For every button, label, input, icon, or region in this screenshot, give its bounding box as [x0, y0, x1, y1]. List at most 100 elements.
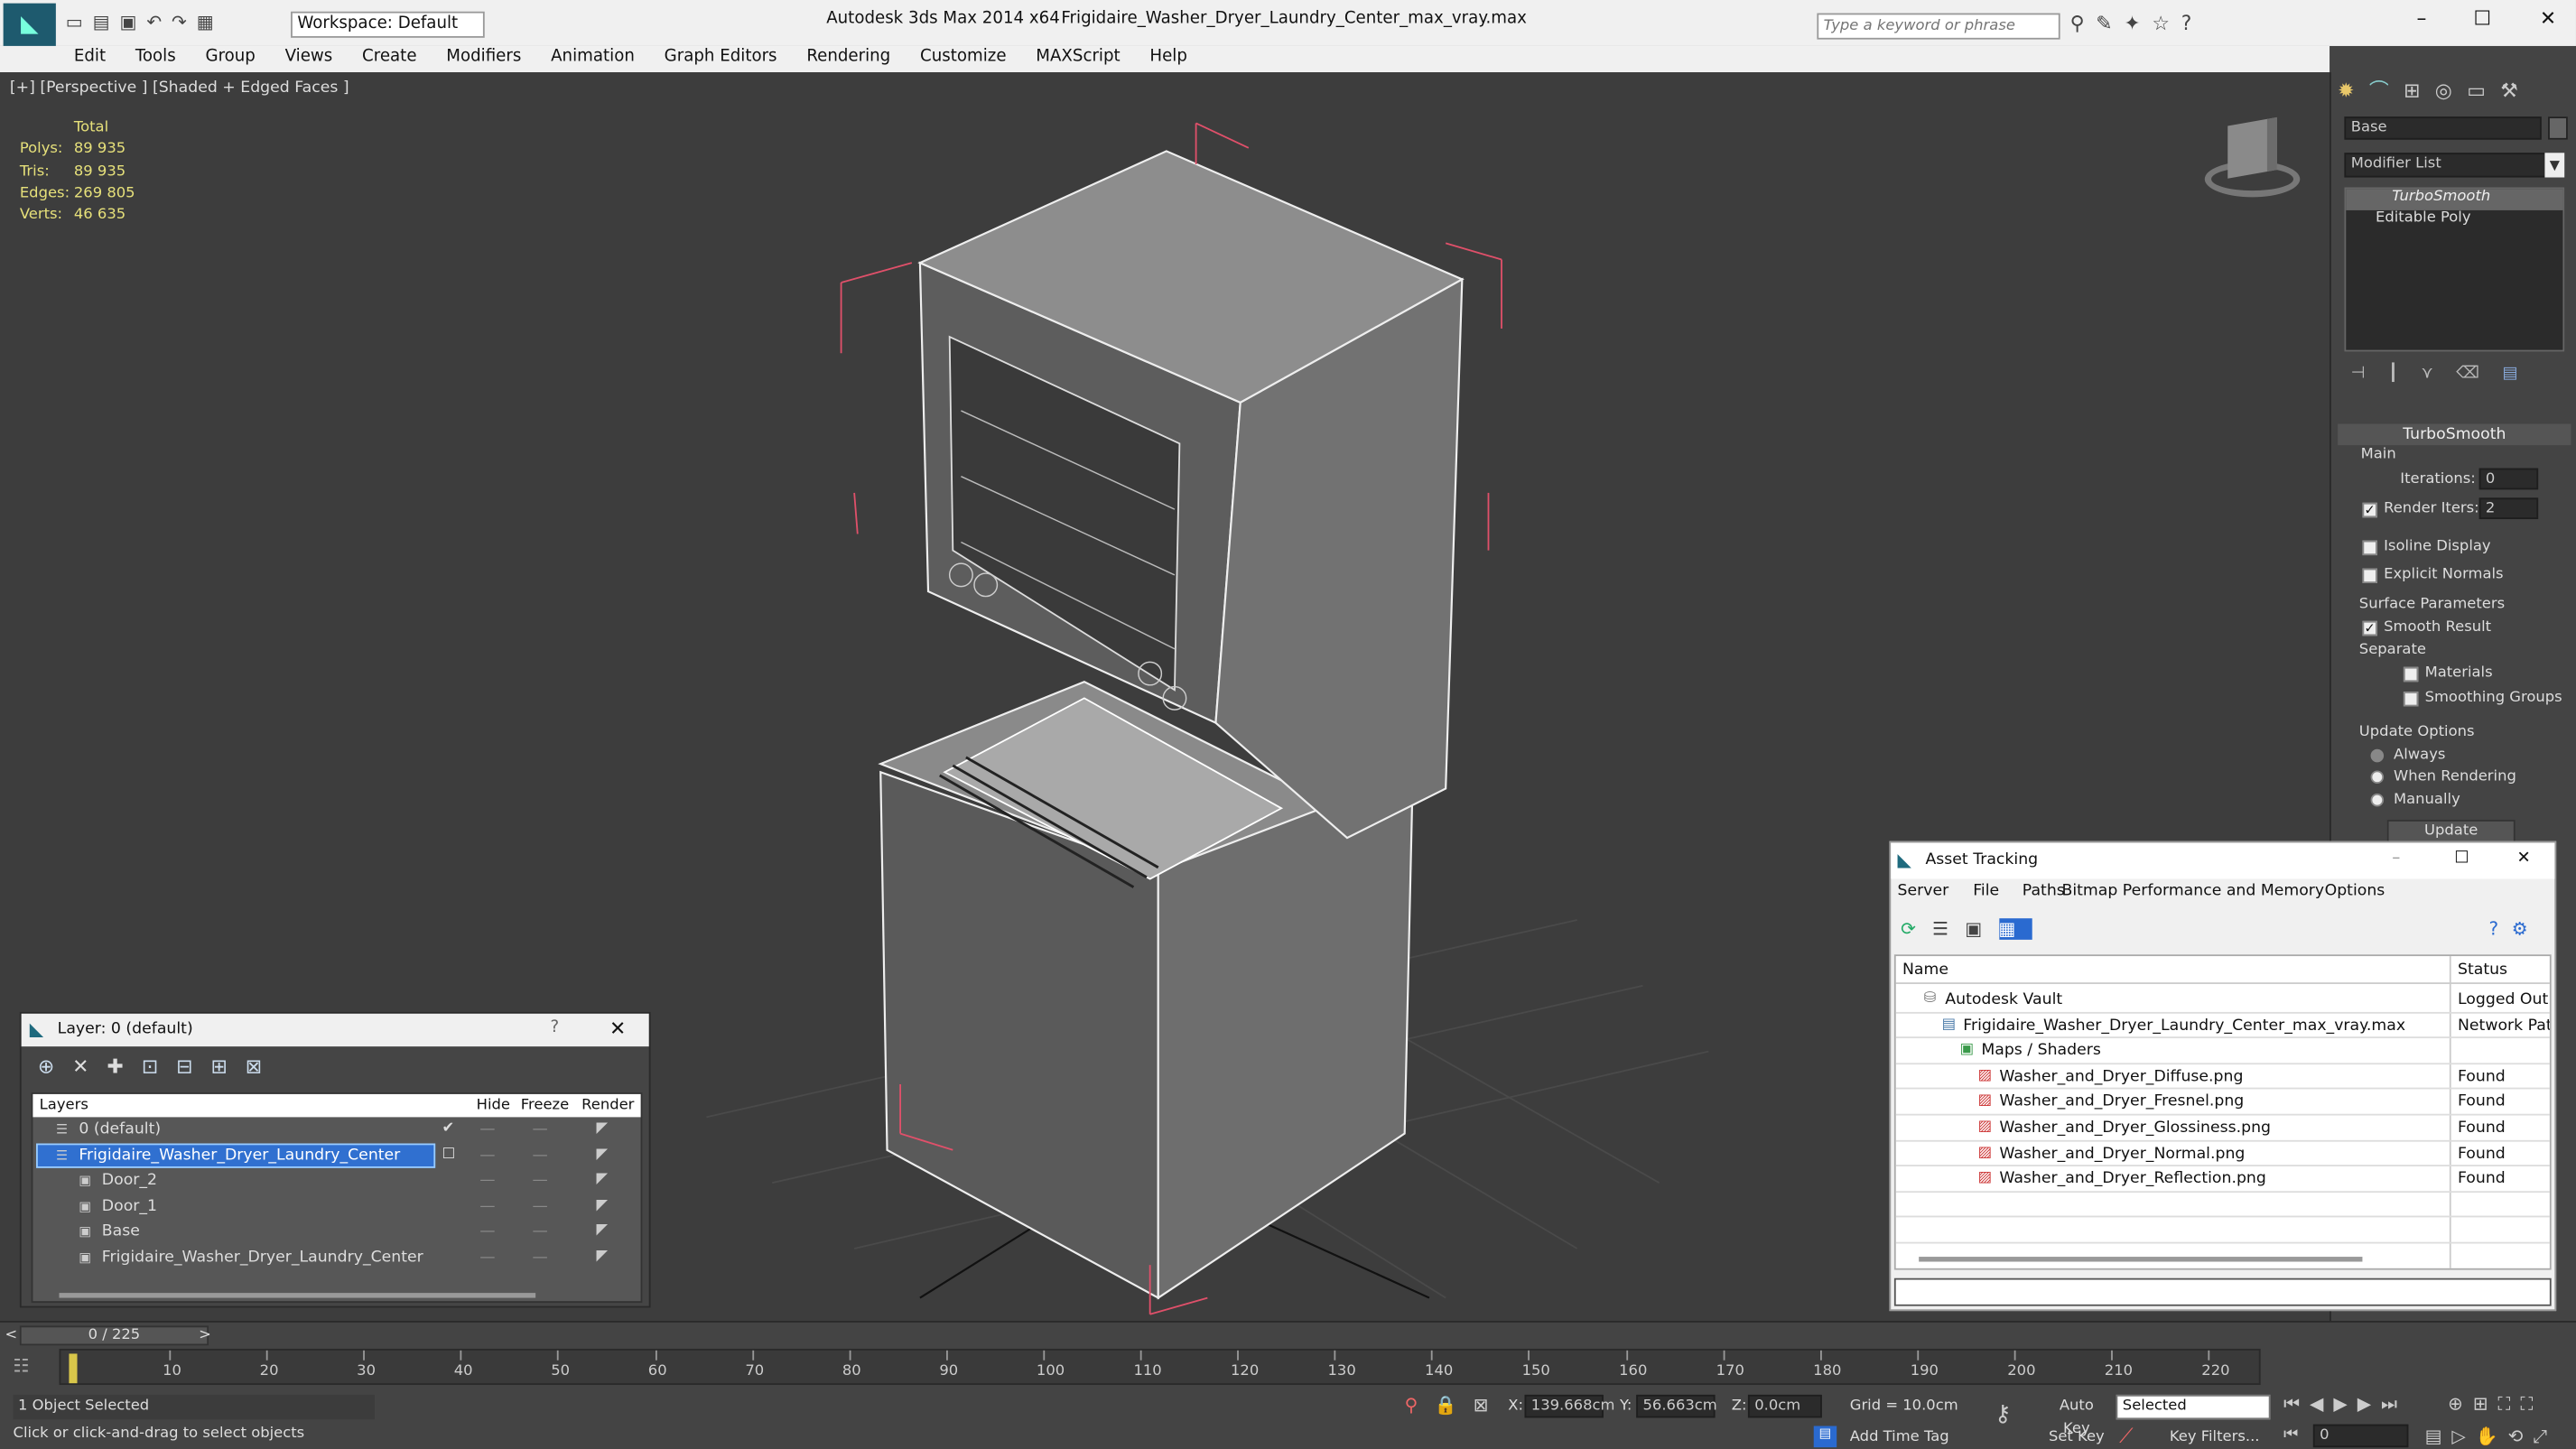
- layer-row[interactable]: ☰ Frigidaire_Washer_Dryer_Laundry_Center ☐…: [33, 1142, 640, 1168]
- layer-row[interactable]: ▣ Base — — ◤: [33, 1220, 640, 1245]
- menu-help[interactable]: Help: [1135, 46, 1202, 69]
- asset-menu-bitmap[interactable]: Bitmap Performance and Memory: [2061, 882, 2324, 900]
- maximize-viewport-icon[interactable]: ⤢: [2533, 1426, 2557, 1447]
- app-logo[interactable]: ◣: [3, 3, 56, 46]
- menu-edit[interactable]: Edit: [60, 46, 121, 69]
- zoom-icon[interactable]: ⊕: [2448, 1393, 2473, 1415]
- search-input[interactable]: [1817, 13, 2060, 40]
- add-to-layer-icon[interactable]: ✚: [107, 1054, 141, 1077]
- render-toggle-icon[interactable]: ◤: [596, 1194, 608, 1220]
- new-file-icon[interactable]: ▭: [66, 12, 93, 33]
- show-end-result-icon[interactable]: ┃: [2388, 365, 2421, 383]
- freeze-all-icon[interactable]: ⊠: [246, 1054, 280, 1077]
- col-freeze[interactable]: Freeze: [521, 1094, 569, 1117]
- active-layer-check-icon[interactable]: ✔: [442, 1117, 454, 1142]
- hierarchy-tab-icon[interactable]: ⊞: [2404, 79, 2435, 101]
- auto-key-button[interactable]: Auto Key: [2043, 1395, 2109, 1438]
- lock-icon[interactable]: 🔒: [1435, 1395, 1474, 1416]
- menu-views[interactable]: Views: [270, 46, 347, 69]
- asset-window-titlebar[interactable]: ◣ Asset Tracking – ☐ ✕: [1891, 842, 2555, 879]
- layer-row[interactable]: ▣ Door_2 — — ◤: [33, 1168, 640, 1194]
- create-tab-icon[interactable]: ✹: [2338, 79, 2369, 101]
- hide-toggle-icon[interactable]: —: [479, 1143, 495, 1168]
- asset-menu-paths[interactable]: Paths: [2023, 882, 2065, 900]
- asset-row[interactable]: ⛁ Autodesk Vault Logged Out ...: [1895, 988, 2550, 1014]
- modifier-list-dropdown[interactable]: Modifier List: [2344, 153, 2565, 178]
- col-name[interactable]: Name: [1902, 956, 1948, 984]
- layer-row[interactable]: ▣ Frigidaire_Washer_Dryer_Laundry_Center —…: [33, 1245, 640, 1270]
- freeze-toggle-icon[interactable]: —: [533, 1168, 548, 1194]
- remove-modifier-icon[interactable]: ⌫: [2456, 365, 2502, 383]
- go-to-start-icon[interactable]: ⏮: [2283, 1393, 2310, 1415]
- asset-close-icon[interactable]: ✕: [2516, 850, 2530, 868]
- viewcube[interactable]: [2201, 115, 2303, 210]
- key-icon[interactable]: ⟋: [2119, 1425, 2133, 1449]
- orbit-icon[interactable]: ⟲: [2508, 1426, 2534, 1447]
- object-name-field[interactable]: Base: [2344, 116, 2542, 140]
- utilities-tab-icon[interactable]: ⚒: [2500, 79, 2533, 101]
- current-frame-field[interactable]: 0: [2312, 1424, 2409, 1448]
- modify-tab-icon[interactable]: ⌒: [2369, 79, 2404, 101]
- track-bar[interactable]: 10 20 30 40 50 60 70 80 90 100 110 120 130 140 150 160 1…: [59, 1348, 2261, 1386]
- menu-animation[interactable]: Animation: [536, 46, 650, 69]
- delete-layer-icon[interactable]: ✕: [72, 1054, 107, 1077]
- menu-customize[interactable]: Customize: [906, 46, 1021, 69]
- asset-row[interactable]: ▤ Frigidaire_Washer_Dryer_Laundry_Center_…: [1895, 1013, 2550, 1039]
- explicit-normals-checkbox[interactable]: [2362, 568, 2377, 583]
- refresh-icon[interactable]: ⟳: [1901, 918, 1932, 940]
- when-rendering-radio[interactable]: [2370, 770, 2385, 784]
- menu-group[interactable]: Group: [191, 46, 270, 69]
- rollout-turbosmooth-title[interactable]: TurboSmooth: [2338, 423, 2571, 446]
- render-iters-spinner[interactable]: 2: [2478, 497, 2539, 520]
- pan-icon[interactable]: ✋: [2476, 1426, 2508, 1447]
- render-iters-checkbox[interactable]: ✓: [2362, 502, 2377, 518]
- render-toggle-icon[interactable]: ◤: [596, 1168, 608, 1194]
- zoom-all-icon[interactable]: ⊞: [2473, 1393, 2498, 1415]
- render-toggle-icon[interactable]: ◤: [596, 1245, 608, 1270]
- layer-window-titlebar[interactable]: ◣ Layer: 0 (default) ? ✕: [21, 1013, 649, 1047]
- time-slider[interactable]: < 0 / 225 >: [5, 1325, 211, 1346]
- smooth-result-checkbox[interactable]: ✓: [2362, 620, 2377, 636]
- isoline-display-checkbox[interactable]: [2362, 540, 2377, 556]
- render-toggle-icon[interactable]: ◤: [596, 1143, 608, 1168]
- mini-listener-icon[interactable]: ☷: [14, 1355, 30, 1377]
- layer-row[interactable]: ☰ 0 (default) ✔ — — ◤: [33, 1117, 640, 1142]
- make-unique-icon[interactable]: ⋎: [2421, 365, 2456, 383]
- go-to-end-icon[interactable]: ⏭: [2381, 1393, 2407, 1415]
- set-key-mode-icon[interactable]: ⚷: [1995, 1401, 2012, 1427]
- manually-radio[interactable]: [2370, 793, 2385, 807]
- hide-toggle-icon[interactable]: —: [479, 1245, 495, 1270]
- layer-help-icon[interactable]: ?: [551, 1018, 560, 1036]
- layer-row[interactable]: ▣ Door_1 — — ◤: [33, 1194, 640, 1220]
- asset-path-field[interactable]: [1893, 1277, 2552, 1306]
- selection-set-dropdown[interactable]: Selected: [2116, 1394, 2271, 1420]
- binoculars-icon[interactable]: ⚲: [2070, 12, 2097, 34]
- asset-row[interactable]: ▨ Washer_and_Dryer_Diffuse.png Found: [1895, 1064, 2550, 1091]
- materials-checkbox[interactable]: [2403, 666, 2419, 683]
- stack-item-turbosmooth[interactable]: TurboSmooth: [2346, 189, 2563, 210]
- add-time-tag-icon[interactable]: ▤: [1813, 1426, 1837, 1448]
- zoom-extents-all-icon[interactable]: ⛶: [2520, 1393, 2543, 1415]
- hide-toggle-icon[interactable]: —: [479, 1220, 495, 1245]
- add-time-tag[interactable]: Add Time Tag: [1850, 1429, 1949, 1445]
- minimize-button[interactable]: –: [2404, 6, 2440, 36]
- freeze-toggle-icon[interactable]: —: [533, 1245, 548, 1270]
- maximize-button[interactable]: ☐: [2464, 6, 2500, 36]
- y-coordinate[interactable]: 56.663cm: [1636, 1394, 1717, 1418]
- redo-icon[interactable]: ↷: [172, 12, 197, 33]
- time-config-icon[interactable]: ▤: [2425, 1426, 2452, 1447]
- freeze-toggle-icon[interactable]: —: [533, 1117, 548, 1142]
- asset-maximize-icon[interactable]: ☐: [2454, 850, 2469, 868]
- always-radio[interactable]: [2370, 748, 2385, 763]
- display-tab-icon[interactable]: ▭: [2467, 79, 2500, 101]
- fov-icon[interactable]: ▷: [2451, 1426, 2475, 1447]
- menu-maxscript[interactable]: MAXScript: [1021, 46, 1135, 69]
- table-view-icon[interactable]: ▦: [1998, 918, 2032, 940]
- modifier-dropdown-arrow-icon[interactable]: ▼: [2544, 153, 2565, 178]
- hide-toggle-icon[interactable]: —: [479, 1194, 495, 1220]
- asset-menu-file[interactable]: File: [1973, 882, 1999, 900]
- highlight-layer-icon[interactable]: ⊟: [176, 1054, 210, 1077]
- hide-toggle-icon[interactable]: —: [479, 1168, 495, 1194]
- thumbnail-view-icon[interactable]: ▣: [1965, 918, 1998, 940]
- key-filters-button[interactable]: Key Filters...: [2159, 1426, 2271, 1448]
